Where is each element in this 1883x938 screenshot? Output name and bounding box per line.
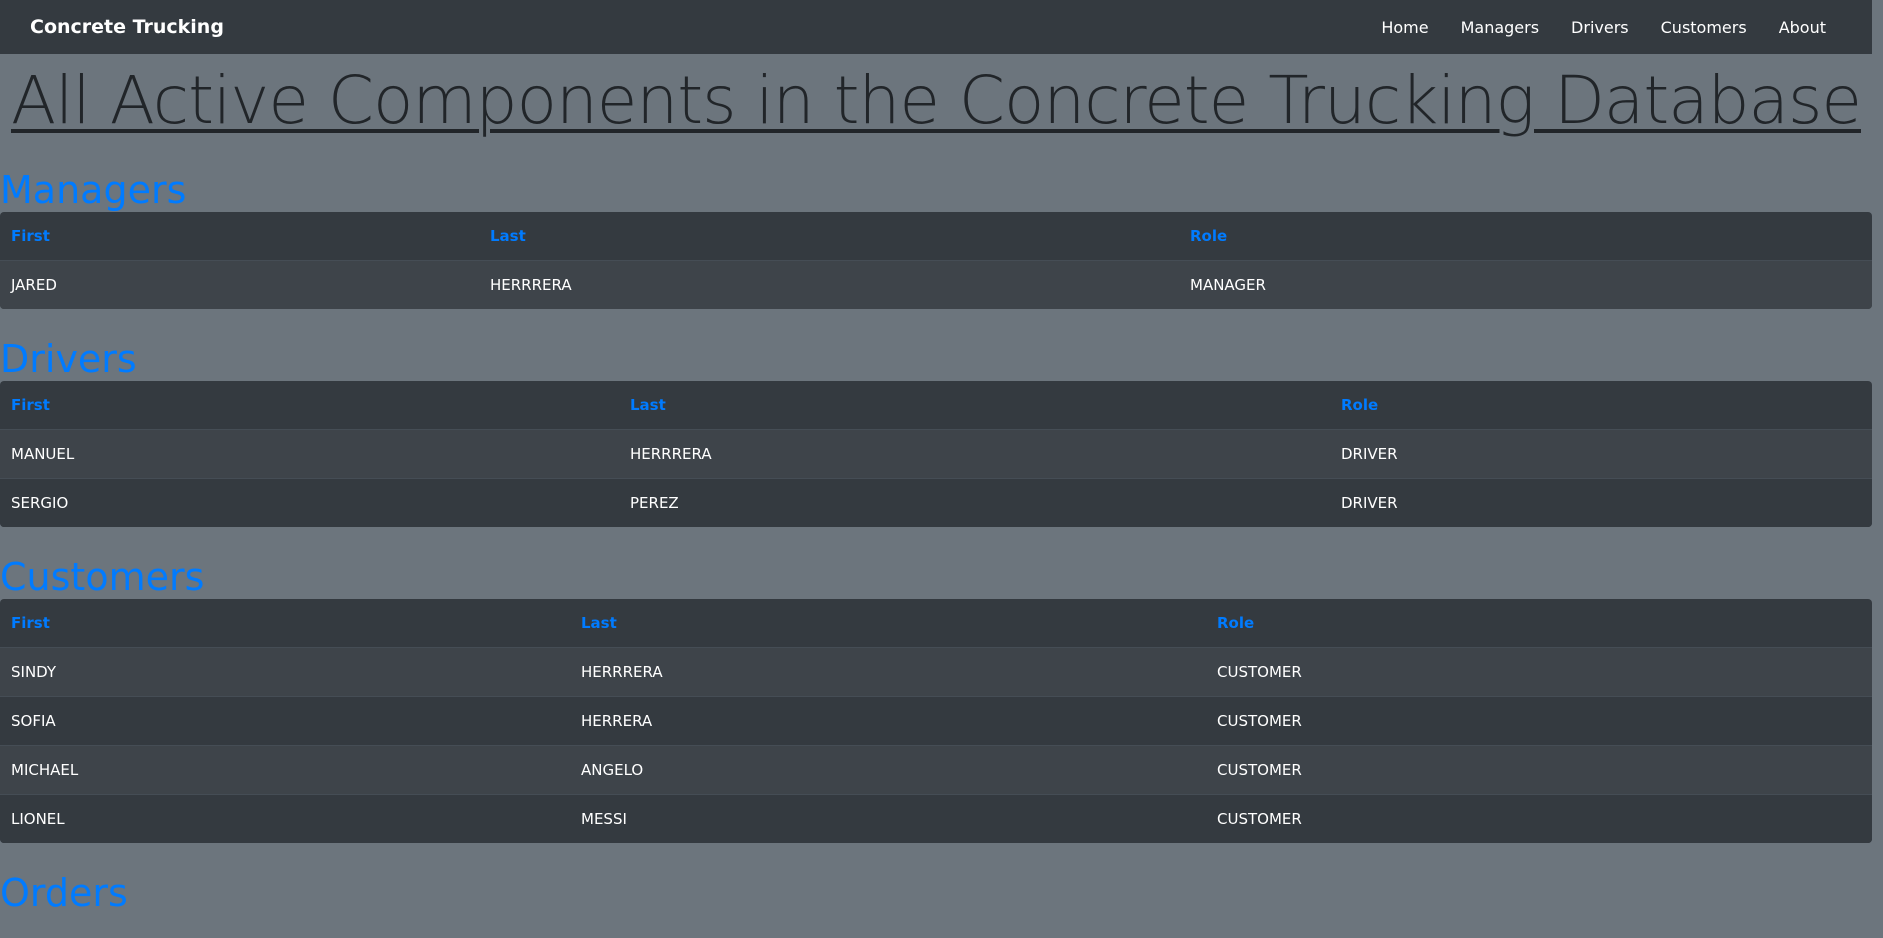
cell-role: CUSTOMER: [1206, 745, 1872, 795]
nav-links: Home Managers Drivers Customers About: [1381, 18, 1842, 37]
table-row: SOFIA HERRERA CUSTOMER: [0, 696, 1872, 746]
nav-link-customers[interactable]: Customers: [1661, 18, 1747, 37]
drivers-table: First Last Role MANUEL HERRRERA DRIVER S…: [0, 381, 1872, 527]
column-header-first: First: [0, 599, 570, 648]
cell-role: CUSTOMER: [1206, 696, 1872, 746]
cell-first: SOFIA: [0, 696, 570, 746]
cell-last: MESSI: [570, 794, 1206, 843]
cell-last: HERRRERA: [619, 429, 1330, 479]
orders-section-title: Orders: [0, 871, 128, 915]
managers-table: First Last Role JARED HERRRERA MANAGER: [0, 212, 1872, 309]
cell-role: CUSTOMER: [1206, 794, 1872, 843]
cell-last: HERRRERA: [479, 260, 1179, 309]
column-header-role: Role: [1179, 212, 1872, 261]
nav-link-about[interactable]: About: [1779, 18, 1826, 37]
table-row: MICHAEL ANGELO CUSTOMER: [0, 745, 1872, 795]
table-header-row: First Last Role: [0, 212, 1872, 261]
column-header-last: Last: [479, 212, 1179, 261]
customers-section-title: Customers: [0, 555, 205, 599]
cell-last: HERRERA: [570, 696, 1206, 746]
column-header-first: First: [0, 212, 479, 261]
nav-link-managers[interactable]: Managers: [1461, 18, 1539, 37]
cell-first: SINDY: [0, 647, 570, 697]
nav-link-home[interactable]: Home: [1381, 18, 1428, 37]
managers-section-title: Managers: [0, 168, 187, 212]
cell-first: MANUEL: [0, 429, 619, 479]
table-row: MANUEL HERRRERA DRIVER: [0, 429, 1872, 479]
table-row: LIONEL MESSI CUSTOMER: [0, 794, 1872, 843]
cell-last: PEREZ: [619, 478, 1330, 527]
column-header-last: Last: [570, 599, 1206, 648]
cell-first: SERGIO: [0, 478, 619, 527]
drivers-section-title: Drivers: [0, 337, 137, 381]
column-header-first: First: [0, 381, 619, 430]
navbar: Concrete Trucking Home Managers Drivers …: [0, 0, 1872, 54]
cell-role: CUSTOMER: [1206, 647, 1872, 697]
nav-link-drivers[interactable]: Drivers: [1571, 18, 1629, 37]
column-header-role: Role: [1206, 599, 1872, 648]
column-header-last: Last: [619, 381, 1330, 430]
cell-first: MICHAEL: [0, 745, 570, 795]
cell-role: DRIVER: [1330, 429, 1872, 479]
cell-first: JARED: [0, 260, 479, 309]
column-header-role: Role: [1330, 381, 1872, 430]
table-header-row: First Last Role: [0, 599, 1872, 648]
page-title: All Active Components in the Concrete Tr…: [10, 62, 1862, 139]
table-row: SINDY HERRRERA CUSTOMER: [0, 647, 1872, 697]
table-header-row: First Last Role: [0, 381, 1872, 430]
table-row: SERGIO PEREZ DRIVER: [0, 478, 1872, 527]
cell-first: LIONEL: [0, 794, 570, 843]
table-row: JARED HERRRERA MANAGER: [0, 260, 1872, 309]
cell-last: HERRRERA: [570, 647, 1206, 697]
page-title-container: All Active Components in the Concrete Tr…: [0, 62, 1872, 154]
brand-link[interactable]: Concrete Trucking: [30, 16, 224, 38]
cell-last: ANGELO: [570, 745, 1206, 795]
page: Concrete Trucking Home Managers Drivers …: [0, 0, 1872, 938]
cell-role: DRIVER: [1330, 478, 1872, 527]
cell-role: MANAGER: [1179, 260, 1872, 309]
customers-table: First Last Role SINDY HERRRERA CUSTOMER …: [0, 599, 1872, 843]
